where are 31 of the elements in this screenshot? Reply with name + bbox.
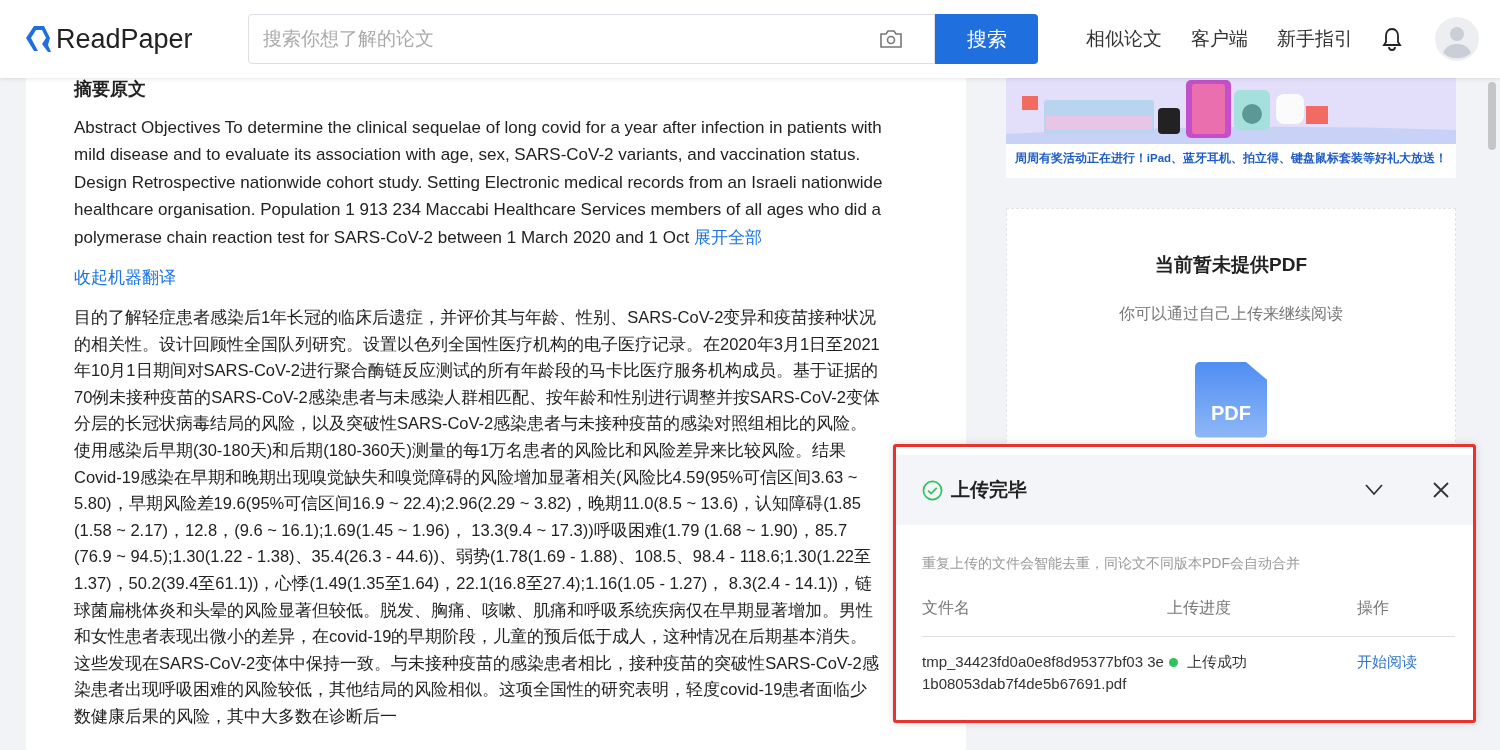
column-header: 上传进度 [1167, 598, 1232, 618]
banner-caption: 周周有奖活动正在进行！iPad、蓝牙耳机、拍立得、键盘鼠标套装等好礼大放送！ [1013, 151, 1449, 166]
column-header: 操作 [1357, 598, 1389, 618]
start-reading-link[interactable]: 开始阅读 [1357, 651, 1417, 695]
column-header: 文件名 [922, 598, 971, 618]
collapse-translation-link[interactable]: 收起机器翻译 [74, 268, 176, 287]
pdf-file-icon: PDF [1195, 361, 1267, 438]
file-name: tmp_34423fd0a0e8f8d95377bf03 3e1b08053dab7f4de5b67691.pdf [922, 652, 1165, 694]
scrollbar-thumb[interactable] [1488, 82, 1496, 150]
nav-link[interactable]: 新手指引 [1277, 24, 1353, 54]
success-icon [922, 479, 943, 501]
nav-link[interactable]: 相似论文 [1086, 24, 1162, 54]
nav-link[interactable]: 客户端 [1191, 24, 1248, 54]
bell-icon[interactable] [1381, 27, 1403, 51]
notice-text: 重复上传的文件会智能去重，同论文不同版本PDF会自动合并 [922, 554, 1301, 573]
expand-link[interactable]: 展开全部 [693, 227, 762, 246]
status-dot [1169, 658, 1178, 667]
logo-text[interactable]: ReadPaper [56, 18, 193, 60]
collapse-icon[interactable] [1365, 484, 1383, 496]
card-subtitle: 你可以通过自己上传来继续阅读 [1118, 303, 1344, 324]
search-field[interactable]: 搜索你想了解的论文 [248, 14, 935, 64]
close-icon[interactable] [1433, 482, 1449, 498]
panel-title: 上传完毕 [951, 477, 1028, 502]
translation-text: 目的了解轻症患者感染后1年长冠的临床后遗症，并评价其与年龄、性别、SARS-CoV-2变异和疫苗接种状况的相关性。设计回顾性全国队列研究。设置以色列全国性医疗机构的电子医疗记录。在2020年3月1日至2021年10月1日期间对SARS-CoV-2进行聚合酶链反应测试的所有年龄段的马卡比医疗服务机构成员。基于证据的70例未接种疫苗的SARS-CoV-2感染患者与未感染人群相匹配、按年龄和性别进行调整并按SARS-CoV-2变体分层的长冠状病毒结局的风险，以及突破性SARS-CoV-2感染患者与未接种疫苗的感染对照组相比的风险。使用感染后早期(30-180天)和后期(180-360天)测量的每1万名患者的风险比和风险差异来比较风险。结果Covid-19感染在早期和晚期出现嗅觉缺失和嗅觉障碍的风险增加显著相关(风险比4.59(95%可信区间3.63 ~ 5.80)，早期风险差19.6(95%可信区间16.9 ~ 22.4);2.96(2.29 ~ 3.82)，晚期11.0(8.5 ~ 13.6)，认知障碍(1.85 (1.58 ~ 2.17)，12.8，(9.6 ~ 16.1);1.69(1.45 ~ 1.96)， 13.3(9.4 ~ 17.3))呼吸困难(1.79 (1.68 ~ 1.90)，85.7 (76.9 ~ 94.5);1.30(1.22 - 1.38)、35.4(26.3 - 44.6))、弱势(1.78(1.69 - 1.88)、108.5、98.4 - 118.6;1.30(1.22至1.37)，50.2(39.4至61.1))，心悸(1.49(1.35至1.64)，22.1(16.8至27.4);1.16(1.05 - 1.27)， 8.3(2.4 - 14.1))，链球菌扁桃体炎和头晕的风险显著但较低。脱发、胸痛、咳嗽、肌痛和呼吸系统疾病仅在早期显著增加。男性和女性患者表现出微小的差异，在covid-19的早期阶段，儿童的预后低于成人，这种情况在后期基本消失。这些发现在SARS-CoV-2变体中保持一致。与未接种疫苗的感染患者相比，接种疫苗的突破性SARS-CoV-2感染患者出现呼吸困难的风险较低，其他结局的风险相似。这项全国性的研究表明，轻度covid-19患者面临少数健康后果的风险，其中大多数在诊断后一 [74, 307, 881, 727]
banner-card[interactable]: 周周有奖活动正在进行！iPad、蓝牙耳机、拍立得、键盘鼠标套装等好礼大放送！ [1006, 78, 1456, 178]
status-text: 上传成功 [1187, 652, 1247, 672]
abstract-text: Abstract Objectives To determine the clinical sequelae of long covid for a year after infection in patients with mild disease and to evaluate its association with age, sex, SARS-CoV-2 variants, and vaccination status. Design Retrospective nationwide cohort study. Setting Electronic medical records from an Israeli nationwide healthcare organisation. Population 1 913 234 Maccabi Healthcare Services members of all ages who did a polymerase chain reaction test for SARS-CoV-2 between 1 March 2020 and 1 Oct 展开全部 [74, 117, 884, 249]
search-button[interactable]: 搜索 [935, 14, 1038, 64]
camera-icon[interactable] [879, 29, 903, 49]
card-title: 当前暂未提供PDF [1154, 253, 1308, 277]
section-heading: 摘要原文 [74, 78, 147, 100]
